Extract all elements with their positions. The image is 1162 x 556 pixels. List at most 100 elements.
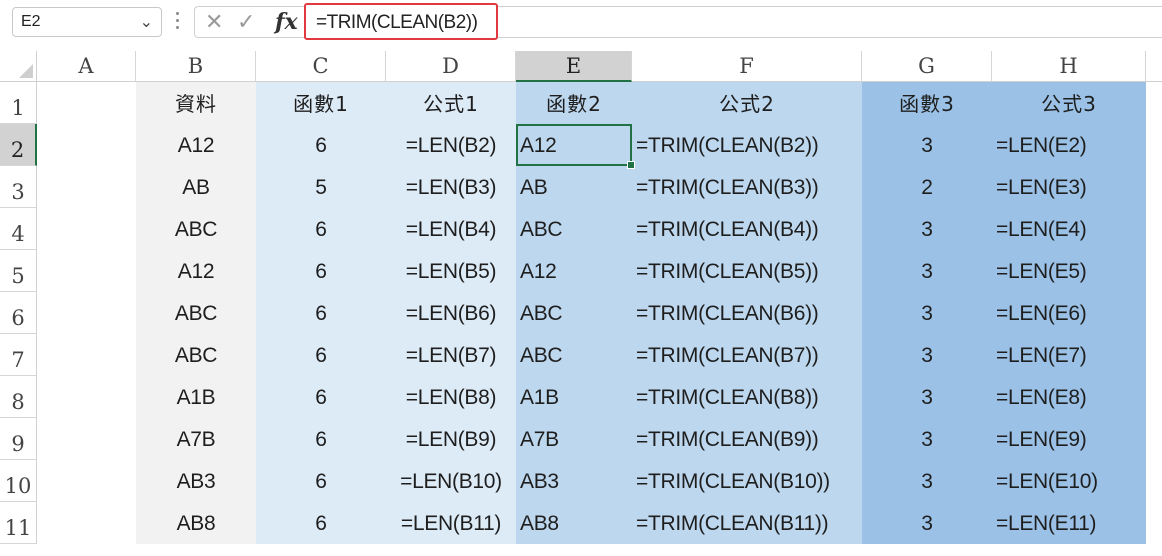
cell-c7[interactable]: 6: [256, 334, 386, 376]
cell-h10[interactable]: =LEN(E10): [992, 460, 1146, 502]
cell-f3[interactable]: =TRIM(CLEAN(B3)): [632, 166, 862, 208]
cancel-icon[interactable]: ✕: [205, 10, 223, 35]
cell-c1[interactable]: 函數1: [256, 82, 386, 124]
cell-d8[interactable]: =LEN(B8): [386, 376, 516, 418]
cell-g8[interactable]: 3: [862, 376, 992, 418]
row-header-2[interactable]: 2: [0, 124, 37, 166]
cell-c8[interactable]: 6: [256, 376, 386, 418]
row-header-3[interactable]: 3: [0, 166, 37, 208]
cell-b2[interactable]: A12: [136, 124, 256, 166]
cell-f8[interactable]: =TRIM(CLEAN(B8)): [632, 376, 862, 418]
cell-e9[interactable]: A7B: [516, 418, 632, 460]
cell-f2[interactable]: =TRIM(CLEAN(B2)): [632, 124, 862, 166]
cell-g2[interactable]: 3: [862, 124, 992, 166]
row-header-5[interactable]: 5: [0, 250, 37, 292]
cell-h3[interactable]: =LEN(E3): [992, 166, 1146, 208]
cell-f4[interactable]: =TRIM(CLEAN(B4)): [632, 208, 862, 250]
cell-d9[interactable]: =LEN(B9): [386, 418, 516, 460]
cell-e6[interactable]: ABC: [516, 292, 632, 334]
cell-c9[interactable]: 6: [256, 418, 386, 460]
cell-b7[interactable]: ABC: [136, 334, 256, 376]
column-header-h[interactable]: H: [992, 51, 1146, 82]
name-box[interactable]: E2 ⌄: [12, 7, 162, 37]
cell-h6[interactable]: =LEN(E6): [992, 292, 1146, 334]
cell-e5[interactable]: A12: [516, 250, 632, 292]
cell-d1[interactable]: 公式1: [386, 82, 516, 124]
cell-e4[interactable]: ABC: [516, 208, 632, 250]
select-all-button[interactable]: [0, 51, 37, 82]
cell-b5[interactable]: A12: [136, 250, 256, 292]
cell-e1[interactable]: 函數2: [516, 82, 632, 124]
cell-f1[interactable]: 公式2: [632, 82, 862, 124]
cell-e8[interactable]: A1B: [516, 376, 632, 418]
row-header-4[interactable]: 4: [0, 208, 37, 250]
cell-d4[interactable]: =LEN(B4): [386, 208, 516, 250]
row-header-1[interactable]: 1: [0, 82, 37, 124]
cell-g5[interactable]: 3: [862, 250, 992, 292]
cell-h7[interactable]: =LEN(E7): [992, 334, 1146, 376]
row-header-7[interactable]: 7: [0, 334, 37, 376]
cell-d5[interactable]: =LEN(B5): [386, 250, 516, 292]
cell-c6[interactable]: 6: [256, 292, 386, 334]
cell-c5[interactable]: 6: [256, 250, 386, 292]
cell-g4[interactable]: 3: [862, 208, 992, 250]
check-icon[interactable]: ✓: [237, 10, 255, 35]
row-header-8[interactable]: 8: [0, 376, 37, 418]
cell-g9[interactable]: 3: [862, 418, 992, 460]
cell-b11[interactable]: AB8: [136, 502, 256, 544]
cell-g10[interactable]: 3: [862, 460, 992, 502]
cell-b8[interactable]: A1B: [136, 376, 256, 418]
column-header-b[interactable]: B: [136, 51, 256, 82]
cell-g11[interactable]: 3: [862, 502, 992, 544]
cell-g1[interactable]: 函數3: [862, 82, 992, 124]
cell-h8[interactable]: =LEN(E8): [992, 376, 1146, 418]
cell-d6[interactable]: =LEN(B6): [386, 292, 516, 334]
cell-e11[interactable]: AB8: [516, 502, 632, 544]
cell-f10[interactable]: =TRIM(CLEAN(B10)): [632, 460, 862, 502]
chevron-down-icon[interactable]: ⌄: [140, 12, 153, 31]
cell-f6[interactable]: =TRIM(CLEAN(B6)): [632, 292, 862, 334]
cell-d10[interactable]: =LEN(B10): [386, 460, 516, 502]
cell-d3[interactable]: =LEN(B3): [386, 166, 516, 208]
cell-d2[interactable]: =LEN(B2): [386, 124, 516, 166]
cell-b10[interactable]: AB3: [136, 460, 256, 502]
active-cell-e2[interactable]: [516, 124, 635, 169]
cell-h4[interactable]: =LEN(E4): [992, 208, 1146, 250]
cell-b9[interactable]: A7B: [136, 418, 256, 460]
cell-b4[interactable]: ABC: [136, 208, 256, 250]
cell-f7[interactable]: =TRIM(CLEAN(B7)): [632, 334, 862, 376]
cell-h2[interactable]: =LEN(E2): [992, 124, 1146, 166]
cell-c2[interactable]: 6: [256, 124, 386, 166]
vertical-dots-icon[interactable]: [174, 8, 180, 32]
cell-e3[interactable]: AB: [516, 166, 632, 208]
cell-b6[interactable]: ABC: [136, 292, 256, 334]
row-header-10[interactable]: 10: [0, 460, 37, 502]
fill-handle[interactable]: [627, 161, 635, 169]
cell-d7[interactable]: =LEN(B7): [386, 334, 516, 376]
cell-f9[interactable]: =TRIM(CLEAN(B9)): [632, 418, 862, 460]
cell-g6[interactable]: 3: [862, 292, 992, 334]
cell-g7[interactable]: 3: [862, 334, 992, 376]
cell-e7[interactable]: ABC: [516, 334, 632, 376]
cell-b3[interactable]: AB: [136, 166, 256, 208]
cell-c4[interactable]: 6: [256, 208, 386, 250]
insert-function-icon[interactable]: fx: [275, 9, 298, 35]
cell-g3[interactable]: 2: [862, 166, 992, 208]
cell-c3[interactable]: 5: [256, 166, 386, 208]
cell-c10[interactable]: 6: [256, 460, 386, 502]
column-header-next[interactable]: [1146, 51, 1162, 82]
column-header-a[interactable]: A: [37, 51, 136, 82]
cell-c11[interactable]: 6: [256, 502, 386, 544]
cell-h11[interactable]: =LEN(E11): [992, 502, 1146, 544]
row-header-6[interactable]: 6: [0, 292, 37, 334]
cell-b1[interactable]: 資料: [136, 82, 256, 124]
cell-d11[interactable]: =LEN(B11): [386, 502, 516, 544]
column-header-g[interactable]: G: [862, 51, 992, 82]
row-header-9[interactable]: 9: [0, 418, 37, 460]
formula-input[interactable]: =TRIM(CLEAN(B2)): [304, 3, 498, 40]
cell-f5[interactable]: =TRIM(CLEAN(B5)): [632, 250, 862, 292]
column-header-f[interactable]: F: [632, 51, 862, 82]
column-header-c[interactable]: C: [256, 51, 386, 82]
cell-h9[interactable]: =LEN(E9): [992, 418, 1146, 460]
row-header-11[interactable]: 11: [0, 502, 37, 544]
